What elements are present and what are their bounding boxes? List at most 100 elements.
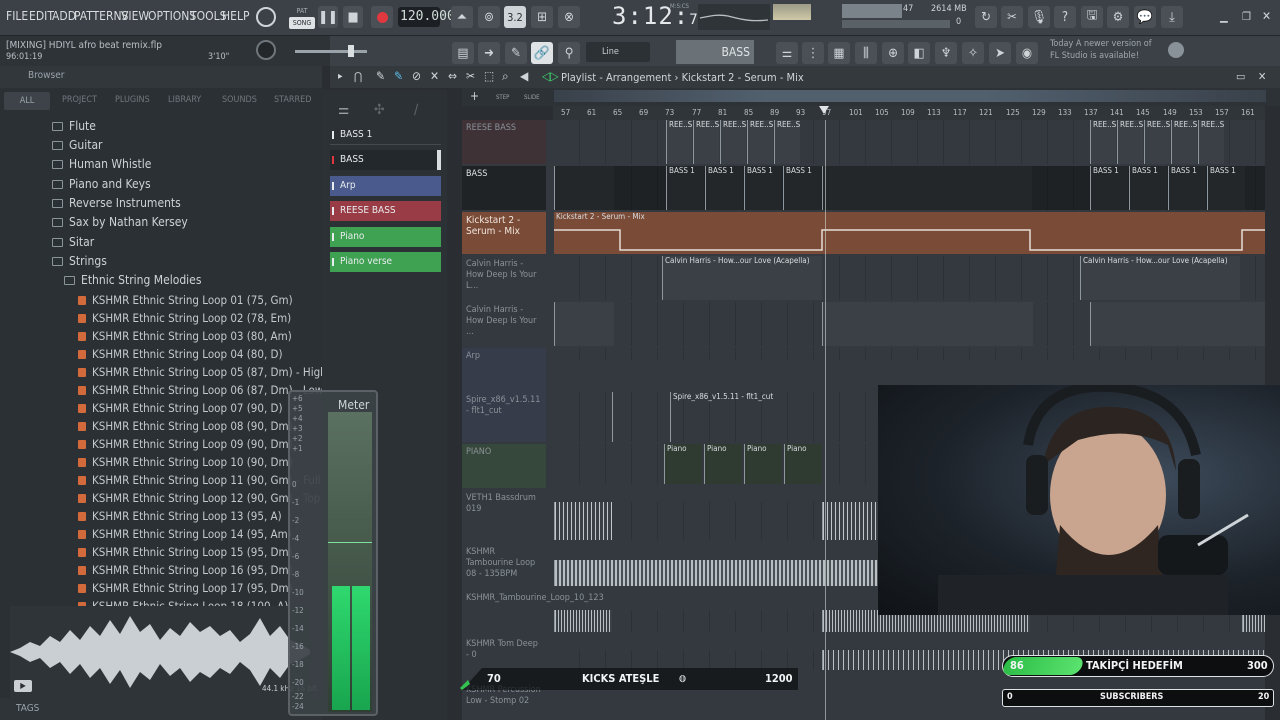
track-header[interactable]: BASS [462, 166, 546, 210]
file-item[interactable]: KSHMR Ethnic String Loop 16 (95, Dm) [78, 563, 293, 581]
link-icon[interactable]: 🔗 [531, 42, 553, 64]
undo-icon[interactable]: ↻ [975, 6, 997, 28]
send-icon[interactable]: ➤ [989, 42, 1011, 64]
folder-ethnic-string-melodies[interactable]: Ethnic String Melodies [64, 273, 201, 292]
record-button[interactable] [371, 6, 393, 28]
draw-tool-icon[interactable]: ✎ [376, 69, 385, 83]
browser-icon[interactable]: ⫼ [855, 42, 877, 64]
audio-clip[interactable] [1090, 302, 1265, 346]
track-lane[interactable] [554, 348, 1265, 360]
save-icon[interactable]: 🖫 [1081, 6, 1103, 28]
pattern-clip[interactable]: Piano [664, 444, 702, 484]
snap-display[interactable]: 3.2 [504, 6, 526, 28]
file-item[interactable]: KSHMR Ethnic String Loop 13 (95, A) [78, 509, 282, 527]
pattern-clip[interactable]: BASS 1 [1090, 166, 1128, 210]
arrow-icon[interactable]: ➜ [478, 42, 500, 64]
pause-button[interactable]: ❚❚ [318, 6, 338, 28]
audio-clip[interactable] [554, 610, 612, 632]
wrench-icon[interactable]: ✧ [962, 42, 984, 64]
folder-flute[interactable]: Flute [52, 119, 96, 138]
paint-tool-icon[interactable]: ✎ [394, 69, 403, 83]
pattern-clip[interactable]: REE..SS [693, 120, 719, 164]
playback-tool-icon[interactable]: ◀ [520, 69, 528, 83]
playlist-flow-icon[interactable]: ◁▷ [542, 69, 559, 83]
channel-rack-icon[interactable]: ⋮ [802, 42, 824, 64]
tab-project[interactable]: PROJECT [62, 95, 97, 105]
mixer-icon[interactable]: ⚌ [776, 42, 798, 64]
file-item[interactable]: KSHMR Ethnic String Loop 14 (95, Am) [78, 527, 292, 545]
file-item[interactable]: KSHMR Ethnic String Loop 09 (90, Dm) [78, 437, 293, 455]
track-lane[interactable]: REE..SS REE..SS REE..SS REE..SS REE..SS … [554, 120, 1265, 164]
file-item[interactable]: KSHMR Ethnic String Loop 03 (80, Am) [78, 329, 292, 347]
piano-roll-window-icon[interactable]: ▦ [828, 42, 850, 64]
track-header[interactable]: PIANO [462, 444, 546, 488]
channel-piano[interactable]: Piano [330, 227, 441, 247]
stamp-icon[interactable]: ⚲ [558, 42, 580, 64]
blend-notes-icon[interactable]: ⊗ [558, 6, 580, 28]
pattern-selector[interactable]: BASS [676, 40, 754, 64]
pattern-clip[interactable]: REE..SS [1090, 120, 1116, 164]
notification-line2[interactable]: FL Studio is available! [1050, 51, 1139, 61]
restore-icon[interactable]: ❐ [1242, 10, 1251, 23]
menu-view[interactable]: VIEW [121, 9, 149, 23]
update-icon[interactable] [1168, 42, 1184, 58]
tempo-display[interactable]: 120.000 [398, 7, 455, 27]
menu-tools[interactable]: TOOLS [190, 9, 226, 23]
channel-bass-1[interactable]: BASS 1 [330, 125, 441, 145]
pattern-clip[interactable]: BASS 1 [744, 166, 782, 210]
folder-sax[interactable]: Sax by Nathan Kersey [52, 215, 188, 234]
play-arrow-icon[interactable]: ▸ [338, 71, 343, 82]
magnet-icon[interactable]: ⋂ [354, 70, 362, 83]
playlist-overview-scrollbar[interactable] [554, 90, 1266, 102]
folder-sitar[interactable]: Sitar [52, 235, 94, 254]
zoom-tool-icon[interactable]: ⌕ [502, 69, 509, 84]
delete-tool-icon[interactable]: ⊘ [412, 69, 421, 83]
folder-strings[interactable]: Strings [52, 254, 107, 273]
select-tool-icon[interactable]: ⬚ [484, 69, 494, 83]
render-icon[interactable]: ⚙ [1107, 6, 1129, 28]
snap-select[interactable]: Line [586, 42, 650, 62]
channel-arp[interactable]: Arp [330, 176, 441, 196]
automation-icon[interactable]: ∕ [414, 102, 418, 118]
piano-roll-icon[interactable]: ▤ [452, 42, 474, 64]
playlist-close-icon[interactable]: ✕ [1258, 70, 1266, 83]
play-preview-icon[interactable]: ▶ [14, 680, 32, 692]
pattern-clip[interactable]: REE..SS [666, 120, 692, 164]
slice-tool-icon[interactable]: ✂ [466, 69, 475, 83]
track-header[interactable]: Calvin Harris - How Deep Is Your ... [462, 302, 546, 346]
pat-song-toggle[interactable]: PAT SONG [289, 5, 315, 31]
audio-clip[interactable] [554, 502, 612, 540]
tab-library[interactable]: LIBRARY [168, 95, 201, 105]
file-item[interactable]: KSHMR Ethnic String Loop 02 (78, Em) [78, 311, 291, 329]
plugin-picker-icon[interactable]: ⊕ [882, 42, 904, 64]
pattern-clip[interactable]: REE..SS [774, 120, 800, 164]
eye-icon[interactable]: ◉ [1016, 42, 1038, 64]
tab-all[interactable]: ALL [4, 92, 50, 110]
stop-button[interactable]: ■ [343, 6, 363, 28]
track-header[interactable]: Spire_x86_v1.5.11 - flt1_cut [462, 392, 546, 442]
file-item[interactable]: KSHMR Ethnic String Loop 06 (87, Dm) - L… [78, 383, 323, 401]
pattern-clip[interactable]: REE..SS [1117, 120, 1143, 164]
audio-clip[interactable]: Calvin Harris - How...our Love (Acapella… [1080, 256, 1240, 300]
tab-sounds[interactable]: SOUNDS [222, 95, 257, 105]
file-item[interactable]: KSHMR Ethnic String Loop 07 (90, D) [78, 401, 283, 419]
pattern-clip[interactable]: Piano [784, 444, 822, 484]
pitch-knob[interactable] [256, 40, 276, 60]
file-item[interactable]: KSHMR Ethnic String Loop 10 (90, Dm) [78, 455, 293, 473]
minimize-icon[interactable]: ▁ [1220, 10, 1228, 23]
pattern-clip[interactable]: BASS 1 [1168, 166, 1206, 210]
track-lane[interactable]: Kickstart 2 - Serum - Mix [554, 212, 1265, 254]
track-header[interactable]: VETH1 Bassdrum 019 [462, 490, 546, 534]
folder-guitar[interactable]: Guitar [52, 138, 103, 157]
track-header[interactable]: KSHMR_Tambourine_Loop_10_123 [462, 590, 604, 634]
menu-options[interactable]: OPTIONS [148, 9, 196, 23]
paint-icon[interactable]: ✎ [505, 42, 527, 64]
file-item[interactable]: KSHMR Ethnic String Loop 05 (87, Dm) - H… [78, 365, 327, 383]
pattern-clip[interactable]: REE..SS [1171, 120, 1197, 164]
audio-clip[interactable] [822, 302, 1033, 346]
file-item[interactable]: KSHMR Ethnic String Loop 11 (90, Gm) - F… [78, 473, 321, 491]
automation-clip[interactable]: Spire_x86_v1.5.11 - flt1_cut [670, 392, 830, 442]
chat-icon[interactable]: 💬 [1134, 6, 1156, 28]
notification-line1[interactable]: Today A newer version of [1050, 39, 1152, 49]
slide-label[interactable]: SLIDE [524, 94, 540, 101]
